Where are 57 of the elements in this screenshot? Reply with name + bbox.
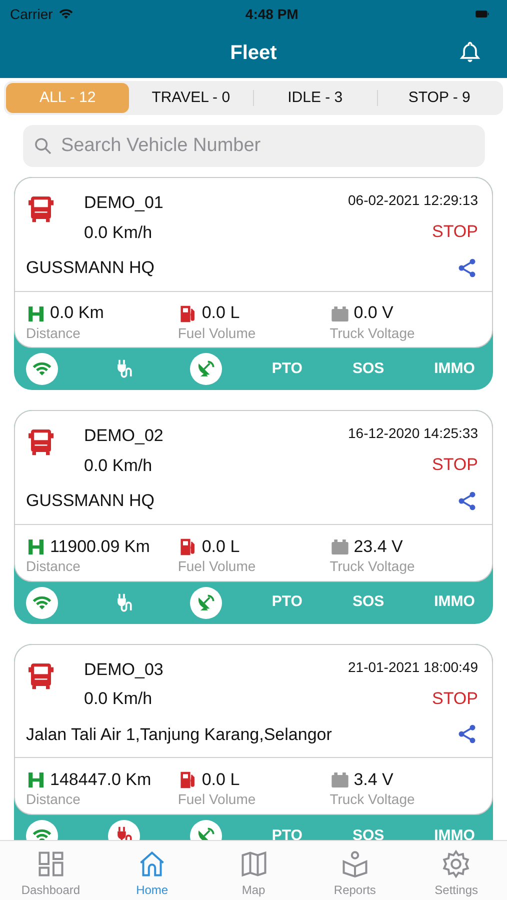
metric-value: 11900.09 Km	[50, 536, 150, 557]
metric-value: 3.4 V	[354, 770, 394, 790]
metric-value: 0.0 V	[354, 303, 394, 324]
bell-icon[interactable]	[459, 40, 481, 64]
vehicle-speed: 0.0 Km/h	[84, 454, 154, 477]
vehicle-card[interactable]: DEMO_02 0.0 Km/h 16-12-2020 14:25:33 STOP GUSSMANN HQ 11900.09 Km Distance 0.0 L Fuel Volume 23.4 V Truck Voltage PTO SOS IMMO	[14, 410, 493, 624]
filter-tab[interactable]: IDLE - 3	[254, 83, 377, 113]
flag-label: PTO	[272, 826, 302, 840]
metric-value: 23.4 V	[354, 536, 403, 557]
flag-label: PTO	[272, 359, 302, 380]
metric-label: Truck Voltage	[330, 558, 416, 575]
vehicle-card[interactable]: DEMO_03 0.0 Km/h 21-01-2021 18:00:49 STOP Jalan Tali Air 1,Tanjung Karang,Selangor 148447.0 Km Distance 0.0 L Fuel Volume 3.4 V Truck Voltage PTO SOS IMMO	[14, 644, 493, 840]
vehicle-speed: 0.0 Km/h	[84, 688, 154, 710]
metric-label: Truck Voltage	[330, 791, 416, 808]
flag-label: IMMO	[434, 826, 475, 840]
status-label: STOP	[432, 221, 478, 243]
screen-title: Fleet	[230, 41, 277, 65]
metric-value: 0.0 L	[202, 770, 240, 790]
vehicle-speed: 0.0 Km/h	[84, 222, 154, 244]
metric-value: 0.0 L	[202, 536, 240, 557]
vehicle-address: Jalan Tali Air 1,Tanjung Karang,Selangor	[26, 724, 332, 746]
metric-label: Fuel Volume	[178, 558, 257, 575]
share-icon[interactable]	[456, 490, 478, 512]
metric-value: 0.0 L	[202, 303, 240, 324]
metric-label: Fuel Volume	[178, 791, 257, 808]
flag-label: SOS	[352, 359, 384, 380]
vehicle-card[interactable]: DEMO_01 0.0 Km/h 06-02-2021 12:29:13 STOP GUSSMANN HQ 0.0 Km Distance 0.0 L Fuel Volume 0.0 V Truck Voltage PTO SOS IMMO	[14, 177, 493, 390]
vehicle-name: DEMO_03	[84, 658, 164, 681]
filter-tab[interactable]: STOP - 9	[378, 83, 501, 113]
metric-value: 0.0 Km	[50, 303, 104, 324]
search-icon	[33, 136, 53, 156]
timestamp: 06-02-2021 12:29:13	[348, 191, 478, 210]
timestamp: 21-01-2021 18:00:49	[348, 658, 478, 677]
metric-label: Truck Voltage	[330, 324, 416, 342]
carrier-name: Carrier	[10, 4, 53, 24]
status-label: STOP	[432, 688, 478, 710]
status-label: STOP	[432, 454, 478, 476]
flag-label: PTO	[272, 592, 302, 612]
share-icon[interactable]	[456, 256, 478, 279]
flag-label: SOS	[352, 592, 384, 612]
metric-value: 148447.0 Km	[50, 770, 152, 790]
vehicle-name: DEMO_01	[84, 192, 164, 214]
vehicle-name: DEMO_02	[84, 425, 164, 448]
metric-label: Fuel Volume	[178, 324, 257, 342]
filter-tab[interactable]: TRAVEL - 0	[129, 83, 252, 113]
timestamp: 16-12-2020 14:25:33	[348, 424, 478, 444]
metric-label: Distance	[26, 791, 82, 808]
settings-icon	[441, 849, 472, 879]
metric-label: Distance	[26, 558, 82, 575]
share-icon[interactable]	[456, 723, 478, 746]
vehicle-address: GUSSMANN HQ	[26, 257, 154, 279]
metric-label: Distance	[26, 324, 82, 342]
flag-label: SOS	[352, 826, 384, 840]
flag-label: IMMO	[434, 592, 475, 612]
flag-label: IMMO	[434, 359, 475, 380]
status-time: 4:48 PM	[245, 4, 298, 24]
vehicle-address: GUSSMANN HQ	[26, 490, 154, 512]
